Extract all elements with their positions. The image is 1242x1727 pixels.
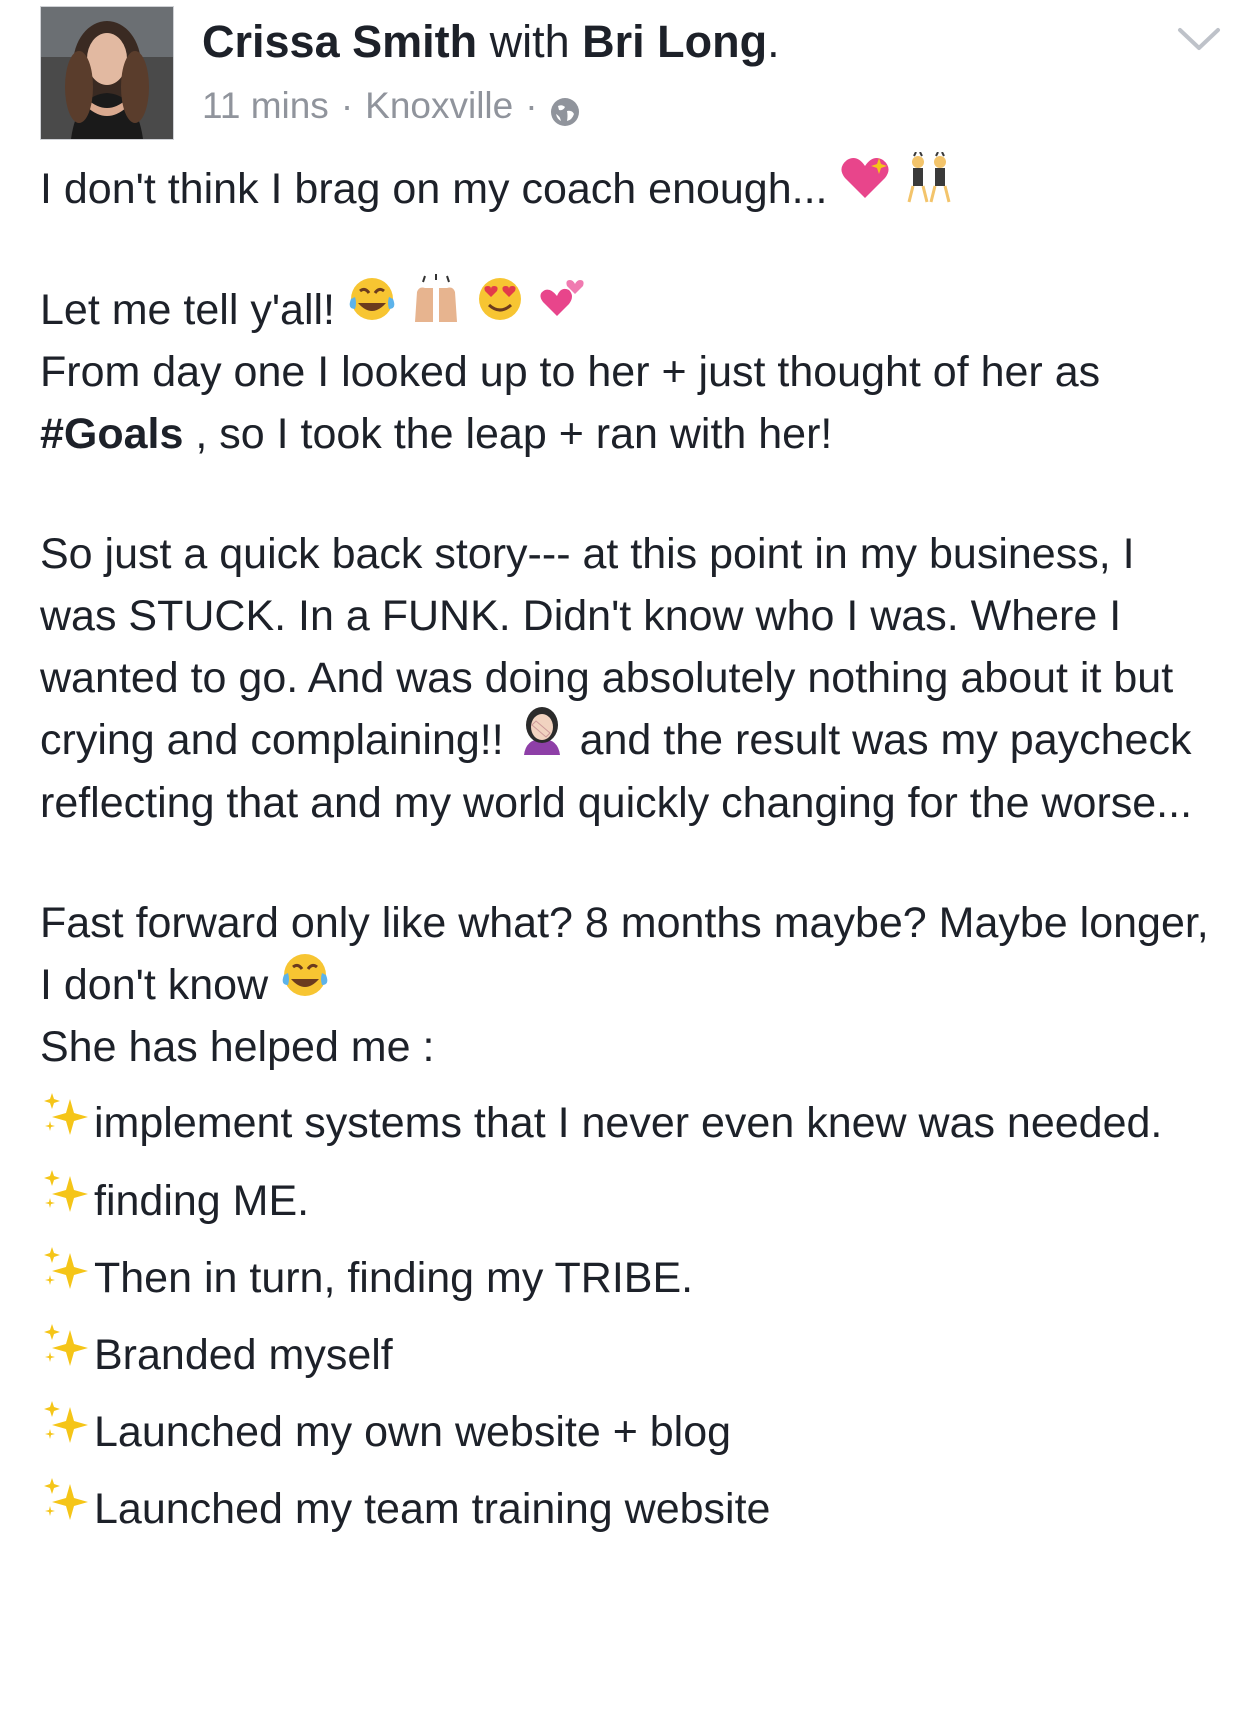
- bullet-list: implement systems that I never even knew…: [40, 1092, 1210, 1541]
- revolving-hearts-icon: [537, 276, 587, 339]
- profile-photo: [41, 7, 173, 139]
- tears-of-joy-icon: [347, 275, 397, 340]
- sparkles-icon: [40, 1243, 90, 1310]
- tears-of-joy-icon-2: [280, 951, 330, 1016]
- author-name[interactable]: Crissa Smith: [202, 16, 477, 67]
- dancing-women-icon: [903, 151, 955, 221]
- bullet-text: Launched my team training website: [94, 1485, 771, 1534]
- with-text: with: [489, 16, 570, 67]
- sparkles-icon: [40, 1474, 90, 1541]
- text-line-1: I don't think I brag on my coach enough.…: [40, 165, 828, 213]
- text-line-2: Let me tell y'all!: [40, 286, 335, 335]
- list-item: Launched my own website + blog: [40, 1401, 1210, 1464]
- tagged-name[interactable]: Bri Long: [582, 16, 767, 67]
- post-line-1: I don't think I brag on my coach enough.…: [40, 151, 1210, 221]
- bullet-text: finding ME.: [94, 1176, 310, 1225]
- sparkles-icon: [40, 1320, 90, 1387]
- meta-separator-2: ·: [525, 85, 538, 126]
- location[interactable]: Knoxville: [365, 82, 513, 130]
- heart-eyes-icon: [475, 275, 525, 340]
- list-item: Launched my team training website: [40, 1478, 1210, 1541]
- post-meta: 11 mins · Knoxville ·: [202, 82, 580, 130]
- sparkles-icon: [40, 1166, 90, 1233]
- list-item: implement systems that I never even knew…: [40, 1092, 1210, 1155]
- text-line-3b: , so I took the leap + ran with her!: [183, 410, 833, 459]
- facepalm-icon: [516, 703, 568, 772]
- text-paragraph-4b: She has helped me :: [40, 1023, 435, 1072]
- post-body: I don't think I brag on my coach enough.…: [40, 151, 1210, 1541]
- globe-icon[interactable]: [550, 91, 580, 126]
- list-item: Then in turn, finding my TRIBE.: [40, 1246, 1210, 1310]
- bullet-text: Branded myself: [94, 1330, 393, 1379]
- post-paragraph-4: Fast forward only like what? 8 months ma…: [40, 892, 1210, 1078]
- post-header: Crissa Smith with Bri Long. 11 mins · Kn…: [0, 0, 1242, 150]
- timestamp[interactable]: 11 mins: [202, 82, 329, 130]
- bullet-text: Then in turn, finding my TRIBE.: [94, 1253, 694, 1302]
- post-author-line: Crissa Smith with Bri Long.: [202, 14, 780, 70]
- bullet-text: Launched my own website + blog: [94, 1407, 732, 1456]
- text-paragraph-4a: Fast forward only like what? 8 months ma…: [40, 899, 1209, 1010]
- period: .: [767, 16, 780, 67]
- raised-hands-icon: [409, 274, 463, 341]
- bullet-text: implement systems that I never even knew…: [94, 1099, 1163, 1148]
- list-item: Branded myself: [40, 1323, 1210, 1387]
- sparkles-icon: [40, 1089, 90, 1156]
- meta-separator: ·: [340, 85, 354, 126]
- hashtag-link[interactable]: #Goals: [40, 410, 183, 458]
- sparkling-heart-icon: [839, 154, 891, 219]
- sparkles-icon: [40, 1397, 90, 1464]
- list-item: finding ME.: [40, 1169, 1210, 1233]
- post-line-2: Let me tell y'all! From day one I looked…: [40, 274, 1210, 465]
- text-line-3a: From day one I looked up to her + just t…: [40, 348, 1101, 397]
- post-paragraph-3: So just a quick back story--- at this po…: [40, 523, 1210, 834]
- chevron-down-icon[interactable]: [1176, 22, 1222, 56]
- avatar[interactable]: [40, 6, 174, 140]
